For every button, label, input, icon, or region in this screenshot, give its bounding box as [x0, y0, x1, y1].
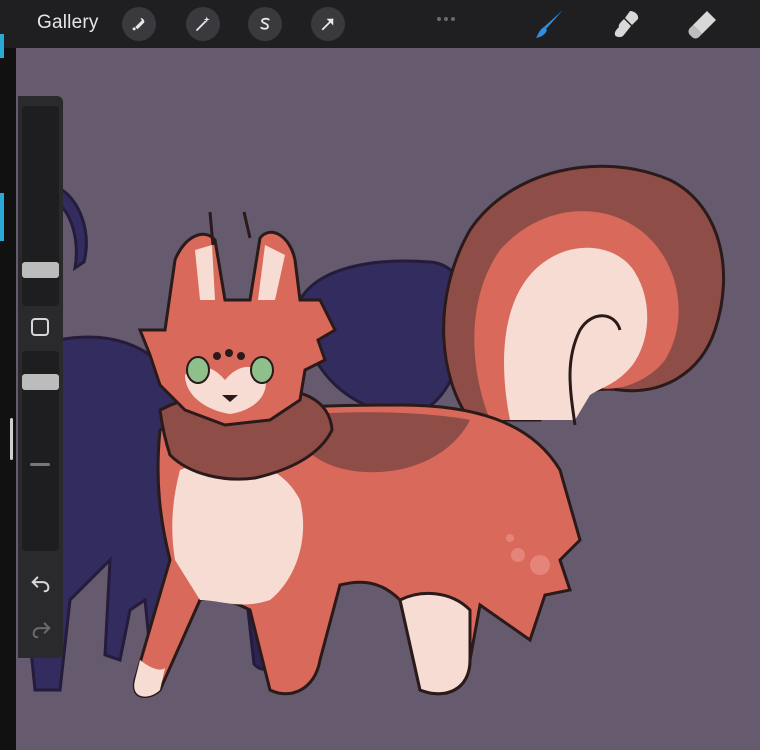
brush-size-handle[interactable] [22, 262, 59, 278]
magic-wand-icon [196, 16, 210, 31]
undo-icon[interactable] [30, 572, 52, 594]
gallery-button[interactable]: Gallery [37, 12, 99, 34]
color-modify-button[interactable] [31, 318, 49, 336]
selection-icon [260, 17, 270, 30]
wrench-icon [132, 17, 145, 31]
brush-tool-button[interactable] [532, 6, 568, 42]
eraser-icon [688, 11, 716, 39]
brush-sidebar [18, 96, 63, 658]
brush-icon [536, 10, 563, 38]
fox-tail [442, 164, 726, 426]
transform-arrow-icon [321, 18, 334, 31]
slider-divider [30, 463, 50, 466]
smudge-tool-button[interactable] [608, 6, 644, 42]
redo-icon[interactable] [30, 618, 52, 640]
fox-head [137, 211, 337, 427]
opacity-handle[interactable] [22, 374, 59, 390]
more-dots-handle[interactable] [437, 8, 461, 21]
eraser-tool-button[interactable] [685, 6, 721, 42]
selection-button[interactable] [248, 7, 282, 41]
transform-button[interactable] [311, 7, 345, 41]
top-toolbar: Gallery [0, 0, 760, 48]
actions-button[interactable] [122, 7, 156, 41]
canvas-artwork[interactable] [0, 48, 760, 750]
smudge-icon [614, 11, 639, 38]
adjustments-button[interactable] [186, 7, 220, 41]
